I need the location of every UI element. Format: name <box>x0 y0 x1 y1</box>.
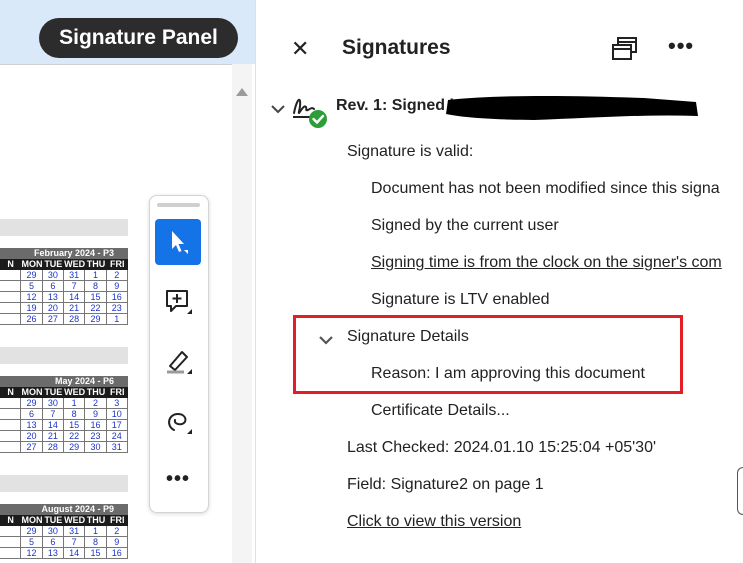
certificate-details-link[interactable]: Certificate Details... <box>371 402 510 420</box>
weekday-label: WED <box>64 259 86 269</box>
weekday-label: THU <box>86 259 106 269</box>
weekday-label: THU <box>86 515 106 525</box>
weekday-label: N <box>7 387 14 397</box>
calendar-row: 13 14 15 16 17 <box>0 420 128 431</box>
calendar-february: February 2024 - P3 N MON TUE WED THU FRI… <box>0 248 128 325</box>
calendar-header: N MON TUE WED THU FRI <box>0 387 128 398</box>
weekday-label: THU <box>86 387 106 397</box>
calendar-header: N MON TUE WED THU FRI <box>0 259 128 270</box>
page-band <box>0 347 128 364</box>
chevron-down-icon[interactable] <box>270 103 286 115</box>
select-tool-icon <box>172 231 188 254</box>
calendar-row: 20 21 22 23 24 <box>0 431 128 442</box>
close-icon[interactable]: ✕ <box>291 36 309 62</box>
calendar-row: 26 27 28 29 1 <box>0 314 128 325</box>
weekday-label: MON <box>21 515 43 525</box>
divider <box>0 64 232 65</box>
document-view: Signature Panel February 2024 - P3 N MON… <box>0 0 255 563</box>
weekday-label: TUE <box>44 515 63 525</box>
lasso-button[interactable] <box>155 399 201 445</box>
validity-status: Signature is valid: <box>347 143 474 160</box>
more-icon[interactable]: ••• <box>668 33 694 59</box>
weekday-label: FRI <box>110 387 125 397</box>
calendar-title: August 2024 - P9 <box>0 504 128 515</box>
more-tools-button[interactable]: ••• <box>155 469 201 489</box>
calendar-row: 29 30 1 2 3 <box>0 398 128 409</box>
calendar-row: 56789 <box>0 537 128 548</box>
weekday-label: MON <box>21 387 43 397</box>
signing-time-link[interactable]: Signing time is from the clock on the si… <box>371 254 722 272</box>
select-tool-button[interactable] <box>155 219 201 265</box>
calendar-row: 56789 <box>0 281 128 292</box>
weekday-label: N <box>7 515 14 525</box>
weekday-label: MON <box>21 259 43 269</box>
calendar-row: 19 20 21 22 23 <box>0 303 128 314</box>
not-modified-text: Document has not been modified since thi… <box>371 180 720 197</box>
panel-title: Signatures <box>342 36 451 59</box>
calendar-title: February 2024 - P3 <box>0 248 128 259</box>
document-scrollbar[interactable] <box>232 64 252 563</box>
toolbar-drag-handle[interactable] <box>157 203 200 207</box>
calendar-row: 6 7 8 9 10 <box>0 409 128 420</box>
lasso-icon <box>168 412 192 434</box>
page-band <box>0 219 128 236</box>
calendar-row: 27 28 29 30 31 <box>0 442 128 453</box>
panel-edge-handle[interactable] <box>737 467 743 515</box>
weekday-label: FRI <box>110 259 125 269</box>
add-comment-icon <box>166 290 192 314</box>
calendar-header: N MON TUE WED THU FRI <box>0 515 128 526</box>
windows-icon[interactable] <box>611 36 639 62</box>
signature-panel-chip: Signature Panel <box>39 18 238 58</box>
last-checked-text: Last Checked: 2024.01.10 15:25:04 +05'30… <box>347 439 657 456</box>
add-comment-button[interactable] <box>155 279 201 325</box>
quick-tools-toolbar: ••• <box>149 195 209 513</box>
redacted-signer-name <box>446 96 698 120</box>
signature-valid-icon <box>293 98 327 128</box>
calendar-may: May 2024 - P6 N MON TUE WED THU FRI 29 30… <box>0 376 128 453</box>
field-text: Field: Signature2 on page 1 <box>347 476 544 493</box>
scroll-up-arrow-icon[interactable] <box>236 88 248 96</box>
calendar-august: August 2024 - P9 N MON TUE WED THU FRI 2… <box>0 504 128 559</box>
view-version-link[interactable]: Click to view this version <box>347 513 521 531</box>
weekday-label: N <box>7 259 14 269</box>
weekday-label: WED <box>64 387 86 397</box>
weekday-label: WED <box>64 515 86 525</box>
page-band <box>0 475 128 492</box>
calendar-row: 12 13 14 15 16 <box>0 548 128 559</box>
calendar-title: May 2024 - P6 <box>0 376 128 387</box>
weekday-label: TUE <box>44 387 63 397</box>
ltv-text: Signature is LTV enabled <box>371 291 550 308</box>
calendar-row: 29 30 31 1 2 <box>0 526 128 537</box>
highlighter-icon <box>167 351 192 374</box>
weekday-label: TUE <box>44 259 63 269</box>
weekday-label: FRI <box>110 515 125 525</box>
highlight-box <box>293 315 683 394</box>
calendar-row: 29 30 31 1 2 <box>0 270 128 281</box>
signed-by-text: Signed by the current user <box>371 217 559 234</box>
calendar-row: 12 13 14 15 16 <box>0 292 128 303</box>
highlighter-button[interactable] <box>155 339 201 385</box>
